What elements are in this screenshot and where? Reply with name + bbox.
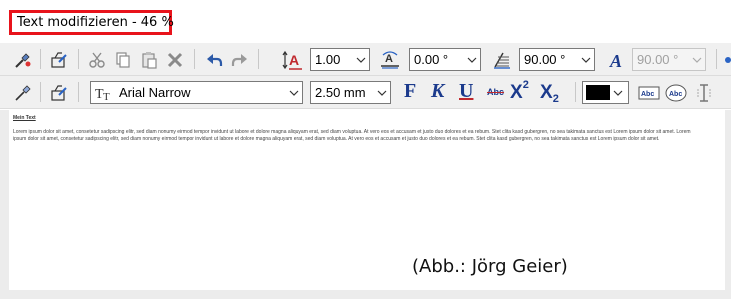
copy-icon[interactable] — [112, 49, 134, 71]
angle-value: 90.00 ° — [524, 52, 566, 67]
toolbar-edit: A 1.00 A 0.00 ° 90.00 ° A 90.00 ° — [0, 43, 731, 76]
subscript-button[interactable]: X 2 — [540, 80, 570, 105]
chevron-down-icon[interactable] — [610, 82, 626, 103]
text-color-swatch — [586, 85, 610, 100]
separator — [78, 82, 79, 102]
chevron-down-icon[interactable] — [286, 82, 302, 103]
toolbar-format: TT Arial Narrow 2.50 mm F K U Abc X 2 X … — [0, 76, 731, 109]
italic-button[interactable]: K — [431, 81, 444, 101]
chevron-down-icon[interactable] — [689, 49, 705, 70]
canvas-border-bottom — [0, 290, 731, 299]
chevron-down-icon[interactable] — [353, 49, 369, 70]
superscript-x: X — [510, 82, 523, 103]
delete-icon[interactable] — [164, 49, 186, 71]
separator — [575, 82, 576, 102]
slant-value: 90.00 ° — [637, 52, 679, 67]
svg-text:Abc: Abc — [641, 91, 654, 98]
separator — [258, 49, 259, 69]
separator — [78, 49, 79, 69]
line-spacing-icon: A — [281, 48, 305, 72]
chevron-down-icon[interactable] — [464, 49, 480, 70]
svg-text:A: A — [385, 53, 393, 65]
slant-combo[interactable]: 90.00 ° — [632, 48, 706, 71]
separator — [40, 82, 41, 102]
text-frame-icon[interactable]: Abc — [637, 82, 661, 104]
angle-icon — [490, 48, 514, 72]
font-name-combo[interactable]: TT Arial Narrow — [90, 81, 303, 104]
chevron-down-icon[interactable] — [578, 49, 594, 70]
subscript-x: X — [540, 82, 553, 103]
image-credit: (Abb.: Jörg Geier) — [412, 256, 568, 277]
separator — [194, 49, 195, 69]
separator — [716, 49, 717, 69]
document-heading: Mein Text — [13, 115, 36, 121]
font-size-combo[interactable]: 2.50 mm — [310, 81, 391, 104]
rotation-combo[interactable]: 0.00 ° — [409, 48, 481, 71]
svg-text:A: A — [289, 52, 299, 68]
document-body: Lorem ipsum dolor sit amet, consetetur s… — [13, 129, 691, 142]
line-spacing-combo[interactable]: 1.00 — [310, 48, 370, 71]
text-color-combo[interactable] — [582, 81, 629, 104]
superscript-button[interactable]: X 2 — [510, 80, 540, 105]
rotation-value: 0.00 ° — [414, 52, 449, 67]
svg-text:T: T — [103, 91, 110, 101]
text-oval-icon[interactable]: Abc — [664, 82, 688, 104]
bold-button[interactable]: F — [404, 81, 416, 101]
window-title: Text modifizieren - 46 % — [17, 15, 174, 30]
color-picker-icon[interactable] — [12, 82, 34, 104]
redo-icon[interactable] — [229, 49, 251, 71]
separator — [40, 49, 41, 69]
strikethrough-button[interactable]: Abc — [487, 88, 504, 97]
insert-object-icon[interactable] — [48, 49, 70, 71]
overflow-icon[interactable] — [722, 55, 731, 65]
window-title-frame: Text modifizieren - 46 % — [9, 10, 174, 35]
truetype-icon: TT — [95, 85, 119, 101]
cut-icon[interactable] — [86, 49, 108, 71]
svg-text:Abc: Abc — [669, 91, 682, 98]
chevron-down-icon[interactable] — [374, 82, 390, 103]
rotation-icon: A — [378, 48, 402, 72]
pipette-picker-icon[interactable] — [12, 49, 34, 71]
font-name-value: Arial Narrow — [119, 85, 191, 100]
subscript-two: 2 — [552, 93, 559, 105]
undo-icon[interactable] — [203, 49, 225, 71]
line-spacing-value: 1.00 — [315, 52, 341, 67]
text-editor-canvas[interactable]: Mein Text Lorem ipsum dolor sit amet, co… — [9, 110, 725, 290]
underline-button[interactable]: U — [459, 81, 473, 101]
canvas-border-left — [0, 110, 9, 299]
svg-text:A: A — [609, 51, 622, 71]
superscript-two: 2 — [522, 79, 529, 91]
paste-icon[interactable] — [138, 49, 160, 71]
slant-icon: A — [605, 48, 629, 72]
canvas-border-right — [725, 110, 731, 299]
font-size-value: 2.50 mm — [315, 85, 366, 100]
text-cursor-icon[interactable] — [692, 82, 716, 104]
angle-combo[interactable]: 90.00 ° — [519, 48, 595, 71]
insert-field-icon[interactable] — [48, 82, 70, 104]
